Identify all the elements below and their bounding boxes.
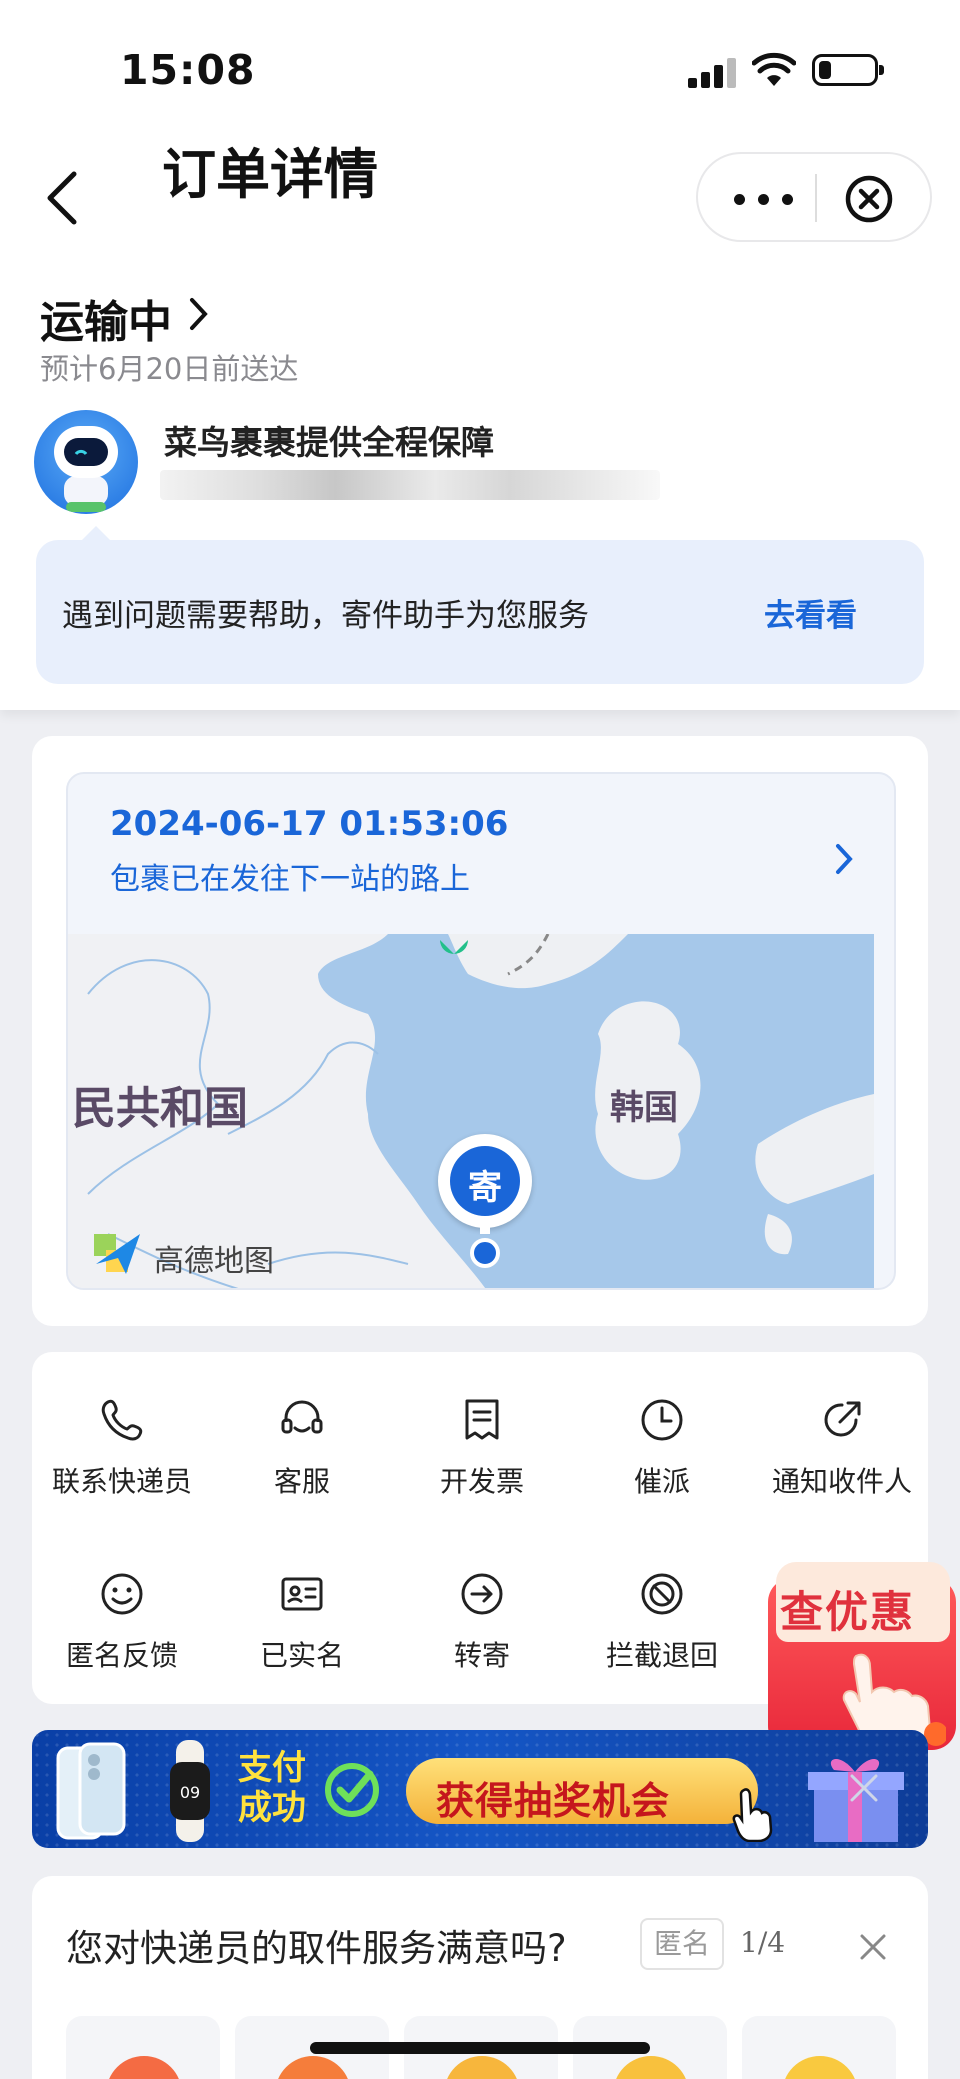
wifi-icon	[752, 52, 796, 86]
phone-icon	[101, 1399, 143, 1441]
close-icon[interactable]	[844, 174, 894, 224]
action-anonymous-feedback[interactable]: 匿名反馈	[32, 1570, 212, 1674]
action-verified[interactable]: 已实名	[212, 1570, 392, 1674]
mini-program-capsule	[696, 152, 932, 242]
frown-face-icon	[275, 2056, 351, 2079]
coupon-float-button[interactable]: 查优惠	[766, 1562, 960, 1754]
anonymous-tag: 匿名	[640, 1918, 725, 1970]
action-label: 已实名	[259, 1639, 344, 1672]
id-card-icon	[281, 1577, 323, 1611]
close-icon[interactable]	[858, 1932, 888, 1962]
chevron-right-icon[interactable]	[834, 842, 856, 876]
pay-success-text: 支付 成功	[238, 1748, 306, 1828]
page-title: 订单详情	[162, 143, 378, 206]
action-label: 客服	[273, 1465, 330, 1498]
cainiao-robot-avatar	[34, 410, 138, 514]
invoice-icon	[465, 1399, 499, 1440]
battery-icon	[812, 54, 884, 86]
cursor-hand-icon	[732, 1788, 773, 1842]
action-label: 转寄	[453, 1639, 510, 1672]
order-status[interactable]: 运输中	[40, 286, 172, 350]
action-invoice[interactable]: 开发票	[392, 1396, 572, 1500]
action-urge-delivery[interactable]: 催派	[572, 1396, 752, 1500]
angry-face-icon	[106, 2056, 182, 2079]
smile-face-icon	[613, 2056, 689, 2079]
tracking-panel[interactable]: 2024-06-17 01:53:06 包裹已在发往下一站的路上 民共和国 韩国…	[66, 772, 896, 1290]
action-customer-service[interactable]: 客服	[212, 1396, 392, 1500]
headset-icon	[281, 1400, 323, 1434]
action-label: 匿名反馈	[65, 1639, 178, 1672]
chevron-right-icon[interactable]	[188, 296, 210, 332]
lottery-text: 获得抽奖机会	[436, 1779, 671, 1823]
rating-very-satisfied[interactable]	[742, 2016, 896, 2079]
delivery-eta: 预计6月20日前送达	[40, 352, 299, 386]
action-notify-recipient[interactable]: 通知收件人	[752, 1396, 932, 1500]
action-label: 通知收件人	[771, 1465, 912, 1498]
signal-icon	[688, 56, 736, 88]
back-icon[interactable]	[40, 168, 84, 228]
grin-face-icon	[782, 2056, 858, 2079]
coupon-label: 查优惠	[780, 1588, 915, 1638]
blurred-tracking-number	[160, 470, 660, 500]
action-label: 开发票	[439, 1465, 524, 1498]
action-contact-courier[interactable]: 联系快递员	[32, 1396, 212, 1500]
action-forward[interactable]: 转寄	[392, 1570, 572, 1674]
tracking-card: 2024-06-17 01:53:06 包裹已在发往下一站的路上 民共和国 韩国…	[32, 736, 928, 1326]
amap-text: 高德地图	[154, 1244, 274, 1279]
smartwatch-image: 09	[170, 1740, 210, 1842]
map-label-china: 民共和国	[72, 1083, 248, 1134]
help-text: 遇到问题需要帮助，寄件助手为您服务	[62, 598, 589, 634]
action-label: 催派	[633, 1465, 690, 1498]
neutral-face-icon	[444, 2056, 520, 2079]
banner-close-icon[interactable]	[844, 1768, 884, 1808]
svg-text:09: 09	[180, 1783, 200, 1802]
survey-question: 您对快递员的取件服务满意吗?	[66, 1927, 567, 1970]
action-intercept-return[interactable]: 拦截退回	[572, 1570, 752, 1674]
survey-page-indicator: 1/4	[740, 1926, 786, 1959]
check-circle-icon	[325, 1763, 379, 1817]
capsule-divider	[815, 174, 817, 222]
tracking-datetime: 2024-06-17 01:53:06	[110, 804, 509, 844]
action-label: 联系快递员	[51, 1465, 192, 1498]
status-time: 15:08	[120, 46, 256, 94]
tracking-description: 包裹已在发往下一站的路上	[110, 862, 470, 897]
help-link[interactable]: 去看看	[764, 590, 857, 635]
more-icon[interactable]	[734, 178, 798, 218]
share-icon	[824, 1401, 861, 1437]
lottery-pill: 获得抽奖机会	[406, 1758, 758, 1824]
amap-logo-icon	[94, 1234, 140, 1274]
home-indicator	[310, 2042, 650, 2054]
smile-icon	[101, 1573, 143, 1615]
forward-icon	[461, 1573, 503, 1615]
block-icon	[641, 1573, 683, 1615]
action-label: 拦截退回	[605, 1639, 718, 1672]
clock-icon	[641, 1399, 683, 1441]
map-label-korea: 韩国	[610, 1088, 678, 1128]
phone-product-image	[56, 1742, 126, 1840]
pin-label: 寄	[468, 1168, 502, 1208]
help-banner[interactable]: 遇到问题需要帮助，寄件助手为您服务 去看看	[36, 526, 924, 684]
sender-pin[interactable]: 寄	[438, 1134, 532, 1284]
order-header: 15:08 订单详情 运输中 预计6月20日前送达 菜鸟裹裹提供全程保障 遇到问…	[0, 0, 960, 710]
guarantee-text: 菜鸟裹裹提供全程保障	[164, 423, 494, 462]
rating-very-unsatisfied[interactable]	[66, 2016, 220, 2079]
lottery-banner[interactable]: 09 支付 成功 获得抽奖机会	[32, 1730, 928, 1848]
